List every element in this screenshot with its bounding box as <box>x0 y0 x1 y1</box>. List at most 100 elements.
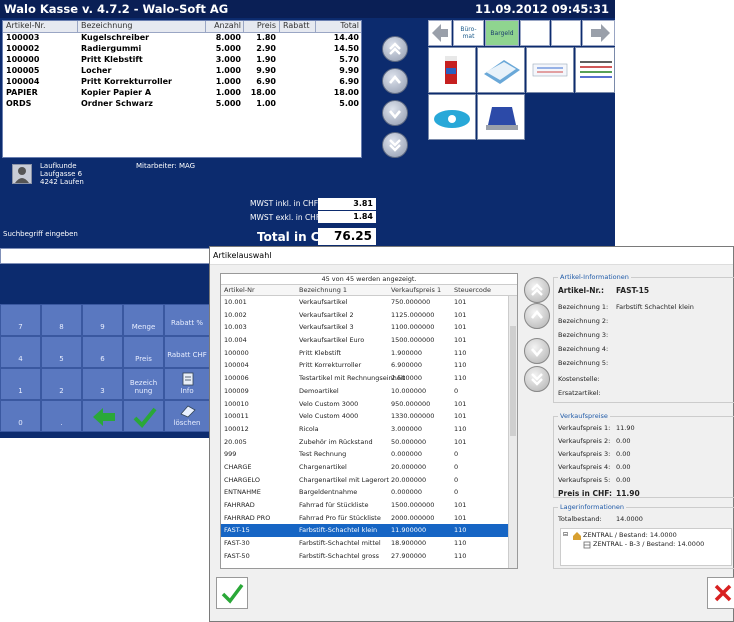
cell: Locher <box>81 66 112 75</box>
key-7[interactable]: 7 <box>0 304 41 336</box>
list-item[interactable]: 100011 Velo Custom 4000 1330.000000 101 <box>221 410 517 423</box>
scroll-top-button[interactable] <box>382 36 408 62</box>
key-1[interactable]: 1 <box>0 368 41 400</box>
artikel-nr-value: FAST-15 <box>616 286 650 295</box>
customer-avatar <box>12 164 32 184</box>
tile-empty[interactable] <box>520 20 550 46</box>
product-tile-pens[interactable] <box>526 47 574 93</box>
key-8[interactable]: 8 <box>41 304 82 336</box>
cart-row[interactable]: 100000 Pritt Klebstift 3.000 1.90 5.70 <box>3 55 361 66</box>
scroll-up-button[interactable] <box>382 68 408 94</box>
info-button[interactable]: Info <box>164 368 210 400</box>
cart-row[interactable]: 100004 Pritt Korrekturroller 1.000 6.90 6.90 <box>3 77 361 88</box>
cancel-button[interactable] <box>707 577 734 609</box>
preis-button[interactable]: Preis <box>123 336 164 368</box>
list-item[interactable]: CHARGE Chargenartikel 20.000000 0 <box>221 461 517 474</box>
list-top-button[interactable] <box>524 277 550 303</box>
cart-row[interactable]: 100002 Radiergummi 5.000 2.90 14.50 <box>3 44 361 55</box>
rabatt-chf-button[interactable]: Rabatt CHF <box>164 336 210 368</box>
menge-button[interactable]: Menge <box>123 304 164 336</box>
cart-row[interactable]: 100005 Locher 1.000 9.90 9.90 <box>3 66 361 77</box>
tree-collapse-icon[interactable]: ⊟ <box>563 531 568 538</box>
ersatzartikel-label: Ersatzartikel: <box>558 389 601 397</box>
cell: 14.50 <box>333 44 359 53</box>
cell: Verkaufsartikel Euro <box>299 336 365 345</box>
col-steuercode[interactable]: Steuercode <box>454 285 491 296</box>
confirm-button[interactable] <box>123 400 164 432</box>
cell: 110 <box>454 526 467 535</box>
cell: 1.000 <box>215 66 241 75</box>
list-item[interactable]: FAHRRAD Fahrrad für Stückliste 1500.000000… <box>221 499 517 512</box>
key-label: löschen <box>173 419 201 427</box>
list-item[interactable]: 100000 Pritt Klebstift 1.900000 110 <box>221 347 517 360</box>
product-tile-glue-stick[interactable] <box>428 47 476 93</box>
tile-empty[interactable] <box>551 20 581 46</box>
bezeichnung-button[interactable]: Bezeich nung <box>123 368 164 400</box>
tile-prev-button[interactable] <box>428 20 452 46</box>
col-bezeichnung[interactable]: Bezeichnung 1 <box>299 285 347 296</box>
key-6[interactable]: 6 <box>82 336 123 368</box>
ok-button[interactable] <box>216 577 248 609</box>
tile-next-button[interactable] <box>582 20 615 46</box>
cell: 101 <box>454 412 467 421</box>
col-verkaufspreis[interactable]: Verkaufspreis 1 <box>391 285 441 296</box>
list-item[interactable]: 100009 Demoartikel 10.000000 0 <box>221 385 517 398</box>
list-item[interactable]: 100006 Testartikel mit Rechnungseinheit 2.… <box>221 372 517 385</box>
glue-stick-icon <box>445 56 457 84</box>
tree-node-zentral-b3[interactable]: ZENTRAL - B-3 / Bestand: 14.0000 <box>593 540 704 548</box>
list-item[interactable]: 20.005 Zubehör im Rückstand 50.000000 101 <box>221 436 517 449</box>
backspace-button[interactable] <box>82 400 123 432</box>
key-4[interactable]: 4 <box>0 336 41 368</box>
list-item[interactable]: ENTNAHME Bargeldentnahme 0.000000 0 <box>221 486 517 499</box>
tile-bueromat[interactable]: Büro- mat <box>453 20 484 46</box>
list-scrollbar[interactable] <box>508 296 517 568</box>
list-item[interactable]: FAST-30 Farbstift-Schachtel mittel 18.9000… <box>221 537 517 550</box>
cart-row[interactable]: PAPIER Kopier Papier A 1.000 18.00 18.00 <box>3 88 361 99</box>
key-label: 2 <box>59 387 64 395</box>
list-item[interactable]: 100012 Ricola 3.000000 110 <box>221 423 517 436</box>
key-2[interactable]: 2 <box>41 368 82 400</box>
list-item[interactable]: CHARGELO Chargenartikel mit Lagerort 20.00… <box>221 474 517 487</box>
product-tile-hole-punch[interactable] <box>477 94 525 140</box>
list-item[interactable]: 10.001 Verkaufsartikel 750.000000 101 <box>221 296 517 309</box>
key-0[interactable]: 0 <box>0 400 41 432</box>
col-preis: Preis <box>256 21 276 30</box>
key-9[interactable]: 9 <box>82 304 123 336</box>
product-tile-paper[interactable] <box>477 47 525 93</box>
list-item[interactable]: FAST-50 Farbstift-Schachtel gross 27.90000… <box>221 550 517 563</box>
down-arrow-icon <box>531 348 543 358</box>
key-3[interactable]: 3 <box>82 368 123 400</box>
product-tile-correction-roller[interactable] <box>428 94 476 140</box>
scroll-down-button[interactable] <box>382 100 408 126</box>
list-item[interactable]: 10.004 Verkaufsartikel Euro 1500.000000 101 <box>221 334 517 347</box>
list-item[interactable]: 10.002 Verkaufsartikel 2 1125.000000 101 <box>221 309 517 322</box>
product-tile-markers[interactable] <box>575 47 615 93</box>
scroll-bottom-button[interactable] <box>382 132 408 158</box>
key-decimal[interactable]: . <box>41 400 82 432</box>
cart-row[interactable]: ORDS Ordner Schwarz 5.000 1.00 5.00 <box>3 99 361 110</box>
list-up-button[interactable] <box>524 303 550 329</box>
cell: 101 <box>454 310 467 319</box>
list-bottom-button[interactable] <box>524 366 550 392</box>
tile-bargeld[interactable]: Bargeld <box>485 20 519 46</box>
tree-node-zentral[interactable]: ZENTRAL / Bestand: 14.0000 <box>583 531 677 539</box>
col-artikel-nr[interactable]: Artikel-Nr <box>224 285 255 296</box>
cell: 100004 <box>6 77 40 86</box>
cart-row[interactable]: 100003 Kugelschreiber 8.000 1.80 14.40 <box>3 33 361 44</box>
list-item[interactable]: 100010 Velo Custom 3000 950.000000 101 <box>221 398 517 411</box>
list-item[interactable]: 100004 Pritt Korrekturroller 6.900000 110 <box>221 359 517 372</box>
dialog-title: Artikelauswahl <box>210 247 733 265</box>
cell: 100010 <box>224 399 249 408</box>
list-item[interactable]: 999 Test Rechnung 0.000000 0 <box>221 448 517 461</box>
list-down-button[interactable] <box>524 338 550 364</box>
loeschen-button[interactable]: löschen <box>164 400 210 432</box>
list-item[interactable]: FAST-15 Farbstift-Schachtel klein 11.90000… <box>221 524 517 538</box>
rabatt-percent-button[interactable]: Rabatt % <box>164 304 210 336</box>
vp4-label: Verkaufspreis 4: <box>558 463 611 471</box>
scroll-thumb[interactable] <box>510 326 516 436</box>
right-arrow-icon <box>591 24 610 42</box>
key-5[interactable]: 5 <box>41 336 82 368</box>
cell: 10.000000 <box>391 386 427 395</box>
list-item[interactable]: 10.003 Verkaufsartikel 3 1100.000000 101 <box>221 321 517 334</box>
list-item[interactable]: FAHRRAD PRO Fahrrad Pro für Stückliste 200… <box>221 512 517 525</box>
